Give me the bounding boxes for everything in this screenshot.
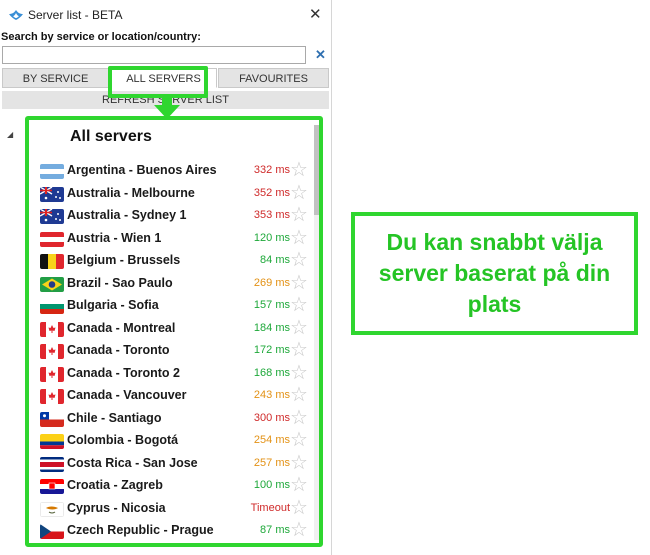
app-logo-icon [9, 10, 23, 20]
tab-favourites[interactable]: FAVOURITES [218, 68, 329, 88]
clear-search-icon[interactable]: ✕ [315, 47, 326, 63]
close-icon[interactable]: ✕ [309, 5, 322, 23]
callout-box: Du kan snabbt välja server baserat på di… [351, 212, 638, 335]
search-input[interactable] [2, 46, 306, 64]
title-bar: Server list - BETA ✕ [0, 0, 331, 30]
highlight-frame-list [25, 116, 323, 547]
callout-text: Du kan snabbt välja server baserat på di… [378, 229, 611, 317]
window-title: Server list - BETA [28, 8, 123, 22]
search-label: Search by service or location/country: [1, 31, 201, 43]
collapse-triangle-icon[interactable]: ◢ [7, 130, 13, 139]
tab-by-service[interactable]: BY SERVICE [2, 68, 109, 88]
down-arrow-icon [154, 94, 180, 119]
